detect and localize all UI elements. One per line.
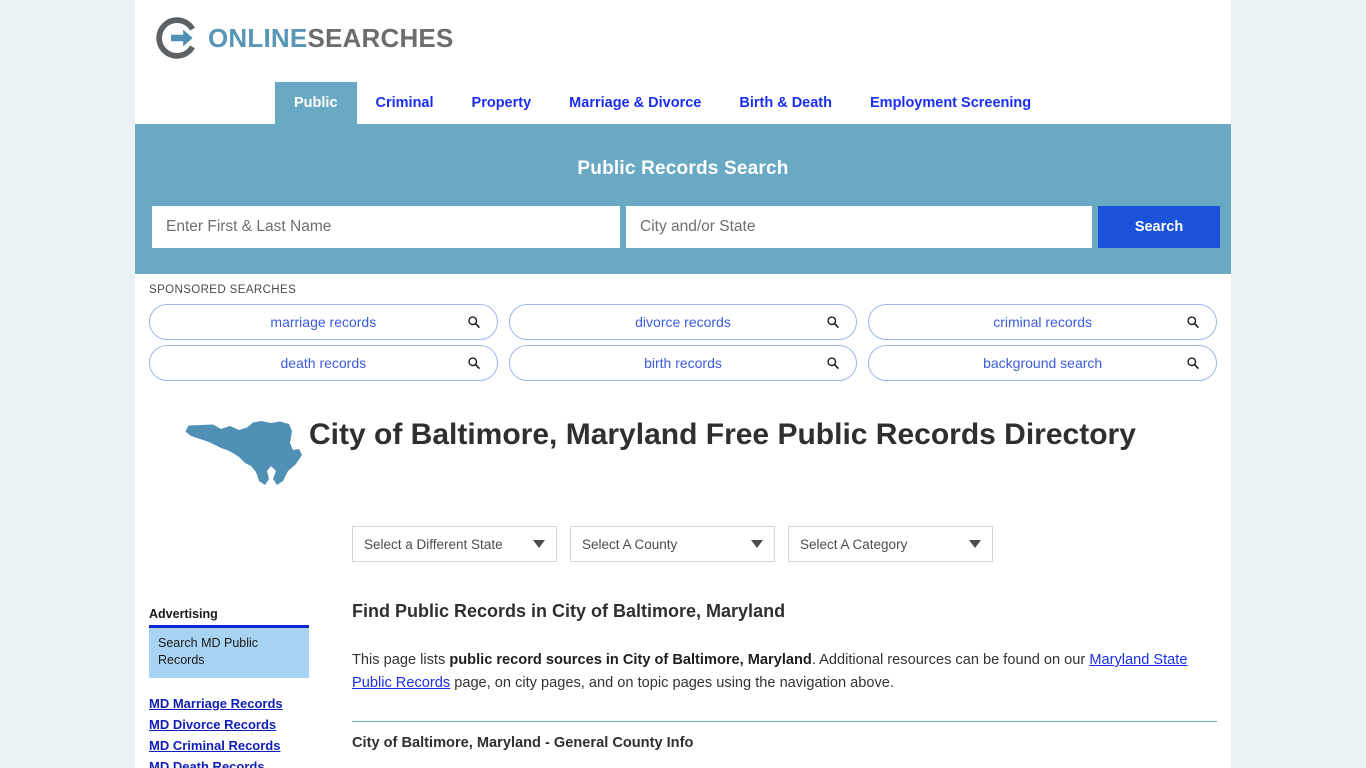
sponsored-pill-birth-records[interactable]: birth records: [508, 345, 858, 381]
sponsored-searches-label: SPONSORED SEARCHES: [149, 284, 297, 296]
primary-navigation: Public Criminal Property Marriage & Divo…: [135, 82, 1231, 124]
sponsored-pill-label: birth records: [644, 355, 722, 371]
ad-unit-search-md-public-records[interactable]: Search MD Public Records: [149, 625, 309, 678]
filter-selectors: Select a Different State Select A County…: [352, 526, 1217, 562]
sponsored-pill-criminal-records[interactable]: criminal records: [868, 304, 1217, 340]
magnifier-icon: [1187, 316, 1199, 329]
nav-tab-marriage-divorce[interactable]: Marriage & Divorce: [550, 82, 720, 124]
sponsored-pill-label: death records: [280, 355, 367, 371]
intro-text-1: This page lists: [352, 652, 450, 668]
circle-arrow-right-icon: [156, 17, 195, 59]
sponsored-pill-label: background search: [983, 355, 1103, 371]
sidebar-link-md-death-records[interactable]: MD Death Records: [149, 759, 309, 768]
site-logo[interactable]: ONLINESEARCHES: [155, 16, 454, 60]
sponsored-pill-death-records[interactable]: death records: [149, 345, 498, 381]
nav-tab-criminal[interactable]: Criminal: [357, 82, 453, 124]
sponsored-pill-divorce-records[interactable]: divorce records: [508, 304, 858, 340]
chevron-down-icon: [533, 540, 545, 548]
logo-word-searches: SEARCHES: [307, 23, 454, 53]
public-records-search-panel: Public Records Search Search: [135, 124, 1231, 274]
section-heading: Find Public Records in City of Baltimore…: [352, 601, 786, 621]
site-header: ONLINESEARCHES: [135, 0, 1231, 82]
content-frame: ONLINESEARCHES Public Criminal Property …: [135, 0, 1231, 768]
magnifier-icon: [468, 316, 480, 329]
main-column: City of Baltimore, Maryland Free Public …: [149, 409, 1217, 751]
page-background: ONLINESEARCHES Public Criminal Property …: [0, 0, 1366, 768]
intro-text-2: . Additional resources can be found on o…: [811, 652, 1090, 668]
title-block: City of Baltimore, Maryland Free Public …: [149, 409, 1217, 496]
subsection-heading: City of Baltimore, Maryland - General Co…: [352, 735, 694, 752]
state-map-holder: [149, 409, 309, 496]
sidebar-link-md-marriage-records[interactable]: MD Marriage Records: [149, 696, 309, 711]
sidebar: Advertising Search MD Public Records MD …: [149, 607, 309, 768]
section-divider: [352, 721, 1217, 723]
chevron-down-icon: [969, 540, 981, 548]
nav-tab-public[interactable]: Public: [275, 82, 357, 124]
intro-paragraph: This page lists public record sources in…: [352, 649, 1217, 694]
location-search-input[interactable]: [626, 206, 1092, 248]
sponsored-pill-background-search[interactable]: background search: [868, 345, 1217, 381]
maryland-state-map-icon: [185, 421, 302, 485]
nav-tab-employment-screening[interactable]: Employment Screening: [851, 82, 1050, 124]
state-select[interactable]: Select a Different State: [352, 526, 557, 562]
chevron-down-icon: [751, 540, 763, 548]
state-select-label: Select a Different State: [364, 536, 503, 552]
sponsored-pill-grid: marriage records divorce records crimina…: [149, 304, 1217, 381]
sponsored-pill-label: marriage records: [270, 314, 377, 330]
sponsored-pill-label: divorce records: [635, 314, 731, 330]
county-select-label: Select A County: [582, 536, 678, 552]
magnifier-icon: [827, 316, 840, 329]
logo-wordmark: ONLINESEARCHES: [208, 25, 454, 51]
category-select[interactable]: Select A Category: [788, 526, 993, 562]
magnifier-icon: [468, 357, 480, 370]
intro-bold-1: public record sources in City of Baltimo…: [449, 652, 812, 668]
search-submit-button[interactable]: Search: [1098, 206, 1220, 248]
nav-tab-property[interactable]: Property: [453, 82, 551, 124]
page-title: City of Baltimore, Maryland Free Public …: [309, 418, 1136, 451]
sponsored-pill-marriage-records[interactable]: marriage records: [149, 304, 498, 340]
sidebar-link-md-criminal-records[interactable]: MD Criminal Records: [149, 738, 309, 753]
nav-tab-birth-death[interactable]: Birth & Death: [720, 82, 851, 124]
logo-word-online: ONLINE: [208, 23, 308, 53]
search-form: Search: [151, 206, 1220, 248]
county-select[interactable]: Select A County: [570, 526, 775, 562]
magnifier-icon: [1187, 357, 1199, 370]
sidebar-links: MD Marriage Records MD Divorce Records M…: [149, 696, 309, 768]
category-select-label: Select A Category: [800, 536, 908, 552]
advertising-label: Advertising: [149, 607, 218, 621]
sponsored-searches-section: SPONSORED SEARCHES marriage records divo…: [135, 274, 1231, 387]
name-search-input[interactable]: [152, 206, 620, 248]
sponsored-pill-label: criminal records: [993, 314, 1093, 330]
sidebar-link-md-divorce-records[interactable]: MD Divorce Records: [149, 717, 309, 732]
search-panel-title: Public Records Search: [577, 158, 789, 179]
intro-text-3: page, on city pages, and on topic pages …: [450, 674, 894, 691]
magnifier-icon: [827, 357, 840, 370]
